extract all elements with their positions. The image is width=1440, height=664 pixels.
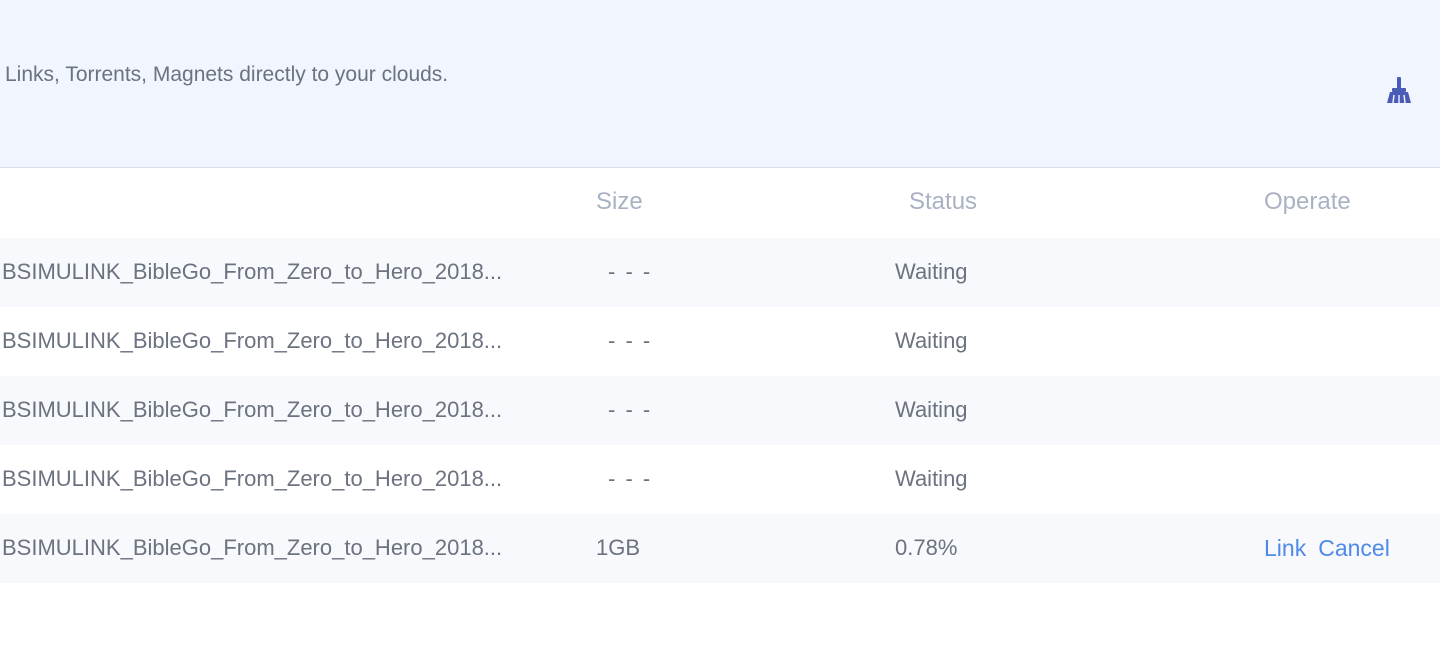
link-button[interactable]: Link <box>1264 535 1306 561</box>
header-status: Status <box>909 188 978 215</box>
task-size: 1GB <box>596 535 641 560</box>
task-status: Waiting <box>895 259 968 284</box>
task-name: BSIMULINK_BibleGo_From_Zero_to_Hero_2018… <box>2 397 503 422</box>
table-row: BSIMULINK_BibleGo_From_Zero_to_Hero_2018… <box>0 238 1440 307</box>
task-status: Waiting <box>895 328 968 353</box>
table-row: BSIMULINK_BibleGo_From_Zero_to_Hero_2018… <box>0 445 1440 514</box>
table-body: BSIMULINK_BibleGo_From_Zero_to_Hero_2018… <box>0 238 1440 583</box>
clear-tasks-button[interactable] <box>1382 74 1416 108</box>
task-table: Size Status Operate BSIMULINK_BibleGo_Fr… <box>0 168 1440 583</box>
task-size: - - - <box>608 259 653 284</box>
task-status: Waiting <box>895 397 968 422</box>
task-status: 0.78% <box>895 535 958 560</box>
banner-text: Links, Torrents, Magnets directly to you… <box>5 63 449 86</box>
table-header: Size Status Operate <box>0 168 1440 238</box>
task-size: - - - <box>608 328 653 353</box>
task-name: BSIMULINK_BibleGo_From_Zero_to_Hero_2018… <box>2 535 503 560</box>
cancel-button[interactable]: Cancel <box>1318 535 1390 561</box>
table-row: BSIMULINK_BibleGo_From_Zero_to_Hero_2018… <box>0 307 1440 376</box>
task-size: - - - <box>608 466 653 491</box>
broom-icon <box>1387 77 1411 104</box>
task-name: BSIMULINK_BibleGo_From_Zero_to_Hero_2018… <box>2 328 503 353</box>
banner: Links, Torrents, Magnets directly to you… <box>0 0 1440 168</box>
task-status: Waiting <box>895 466 968 491</box>
task-name: BSIMULINK_BibleGo_From_Zero_to_Hero_2018… <box>2 466 503 491</box>
header-size: Size <box>596 188 643 215</box>
task-operations: Link Cancel <box>1264 535 1402 562</box>
table-row: BSIMULINK_BibleGo_From_Zero_to_Hero_2018… <box>0 514 1440 583</box>
table-row: BSIMULINK_BibleGo_From_Zero_to_Hero_2018… <box>0 376 1440 445</box>
header-operate: Operate <box>1264 188 1351 215</box>
task-name: BSIMULINK_BibleGo_From_Zero_to_Hero_2018… <box>2 259 503 284</box>
task-size: - - - <box>608 397 653 422</box>
